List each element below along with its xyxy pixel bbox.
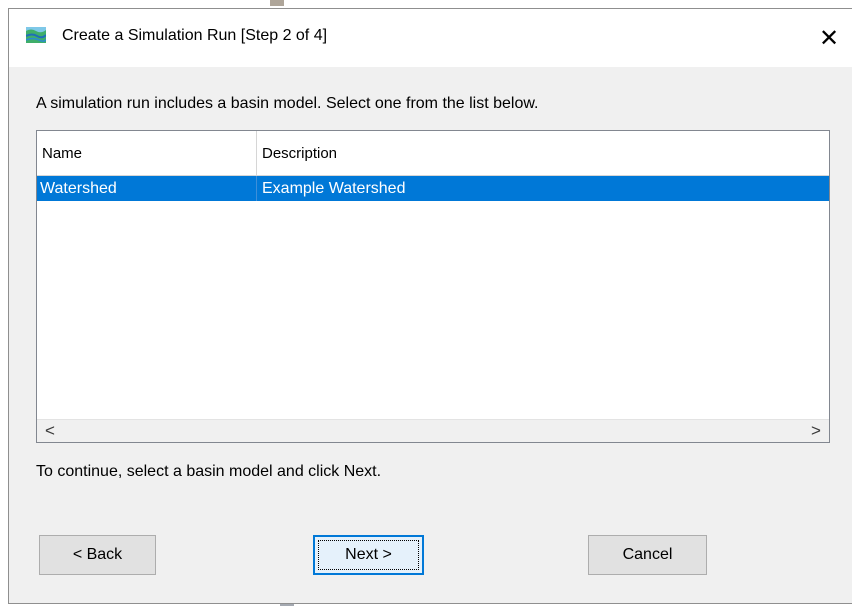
column-header-description[interactable]: Description	[257, 131, 829, 175]
hec-hms-app-icon	[26, 27, 46, 43]
row-name-cell: Watershed	[37, 176, 257, 201]
table-row[interactable]: Watershed Example Watershed	[37, 176, 829, 201]
table-header: Name Description	[37, 131, 829, 176]
row-description-cell: Example Watershed	[262, 179, 406, 197]
basin-model-list[interactable]: Name Description Watershed Example Water…	[36, 130, 830, 443]
scroll-left-button[interactable]: <	[39, 420, 61, 442]
chevron-right-icon: >	[811, 421, 821, 440]
intro-text: A simulation run includes a basin model.…	[36, 95, 539, 112]
next-button[interactable]: Next >	[313, 535, 424, 575]
focus-ring	[318, 540, 419, 570]
horizontal-scrollbar[interactable]: < >	[37, 419, 829, 442]
scrollbar-track[interactable]	[63, 423, 803, 438]
background-window-edge	[0, 0, 852, 8]
cancel-button[interactable]: Cancel	[588, 535, 707, 575]
hint-text: To continue, select a basin model and cl…	[36, 463, 382, 480]
chevron-left-icon: <	[45, 421, 55, 440]
scroll-right-button[interactable]: >	[805, 420, 827, 442]
window-title: Create a Simulation Run [Step 2 of 4]	[62, 27, 328, 44]
close-button[interactable]: ✕	[806, 9, 852, 67]
title-bar[interactable]: Create a Simulation Run [Step 2 of 4] ✕	[9, 9, 852, 67]
column-header-name[interactable]: Name	[37, 131, 257, 175]
close-icon: ✕	[818, 24, 840, 52]
back-button[interactable]: < Back	[39, 535, 156, 575]
background-artifact	[270, 0, 284, 6]
simulation-run-wizard-dialog: Create a Simulation Run [Step 2 of 4] ✕ …	[8, 8, 852, 604]
